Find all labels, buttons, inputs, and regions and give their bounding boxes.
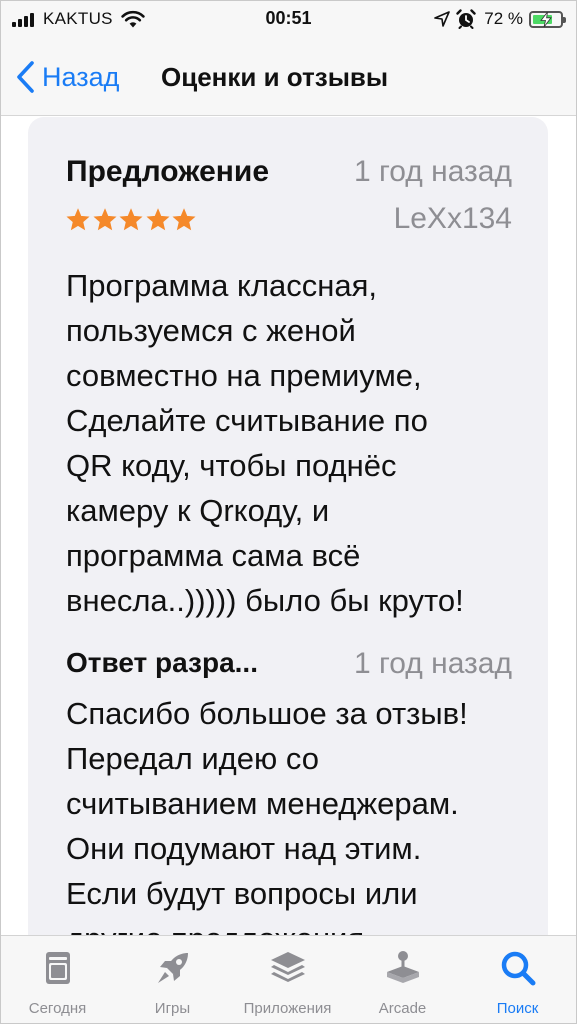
status-right: 72 % (434, 8, 566, 30)
reply-body-line: Если будут вопросы или (66, 876, 418, 911)
review-body: Программа классная, пользуемся с женой с… (66, 263, 536, 623)
battery-percent: 72 % (484, 9, 523, 28)
review-card[interactable]: Предложение 1 год назад LeXx134 Программ… (28, 117, 548, 1017)
page-title: Оценки и отзывы (161, 62, 389, 92)
review-body-line: пользуемся с женой (66, 313, 356, 348)
today-icon (46, 952, 70, 984)
navigation-bar: Назад Оценки и отзывы (0, 38, 577, 116)
star-icon (66, 208, 90, 231)
tab-today[interactable]: Сегодня (0, 936, 115, 1024)
tab-label: Игры (154, 1000, 191, 1017)
tab-apps[interactable]: Приложения (230, 936, 345, 1024)
star-rating (66, 208, 199, 232)
tab-search[interactable]: Поиск (460, 936, 575, 1024)
developer-reply-title: Ответ разра... (66, 647, 258, 678)
battery-tip (563, 16, 566, 23)
back-label: Назад (42, 61, 120, 92)
developer-reply-body: Спасибо большое за отзыв! Передал идею с… (66, 691, 536, 937)
review-date: 1 год назад (353, 155, 512, 188)
alarm-icon (456, 9, 476, 29)
review-author: LeXx134 (393, 202, 512, 235)
star-icon (172, 208, 196, 231)
chevron-left-icon (17, 61, 34, 93)
review-title: Предложение (66, 155, 270, 188)
star-icon (145, 208, 170, 231)
tab-bar: Сегодня Игры Приложения Arcade Поиск (0, 935, 577, 1024)
star-icon (119, 208, 143, 231)
rocket-icon (158, 953, 188, 983)
reply-body-line: считыванием менеджерам. (66, 786, 459, 821)
developer-reply-date: 1 год назад (353, 647, 512, 680)
arcade-joystick-icon (387, 951, 419, 983)
review-body-line: QR коду, чтобы поднёс (66, 448, 397, 483)
status-bar: KAKTUS 00:51 72 % (0, 0, 577, 38)
reply-body-line: другие предложения (66, 916, 536, 937)
developer-reply: Спасибо большое за отзыв! Передал идею с… (28, 687, 548, 937)
tab-label: Сегодня (28, 1000, 87, 1017)
star-icon (92, 208, 117, 231)
tab-games[interactable]: Игры (115, 936, 230, 1024)
battery-icon (529, 10, 566, 28)
review-body-line: камеру к Qrкоду, и (66, 493, 330, 528)
tab-label: Arcade (378, 1000, 427, 1017)
tab-label: Поиск (496, 1000, 539, 1017)
review-body-line: совместно на премиуме, (66, 358, 422, 393)
reply-body-line: Передал идею со (66, 741, 319, 776)
review-body-line: программа сама всё (66, 538, 361, 573)
charging-icon (540, 11, 552, 27)
review-body-line: Сделайте считывание по (66, 403, 428, 438)
search-icon (501, 951, 536, 986)
apps-stack-icon (271, 952, 305, 982)
tab-arcade[interactable]: Arcade (345, 936, 460, 1024)
reply-body-line: Они подумают над этим. (66, 831, 422, 866)
tab-label: Приложения (243, 1000, 332, 1017)
location-icon (434, 11, 451, 27)
reply-body-line: Спасибо большое за отзыв! (66, 696, 468, 731)
review-body-line: Программа классная, (66, 268, 378, 303)
review-body-line: внесла..))))) было бы круто! (66, 583, 464, 618)
back-button[interactable]: Назад (14, 58, 119, 96)
